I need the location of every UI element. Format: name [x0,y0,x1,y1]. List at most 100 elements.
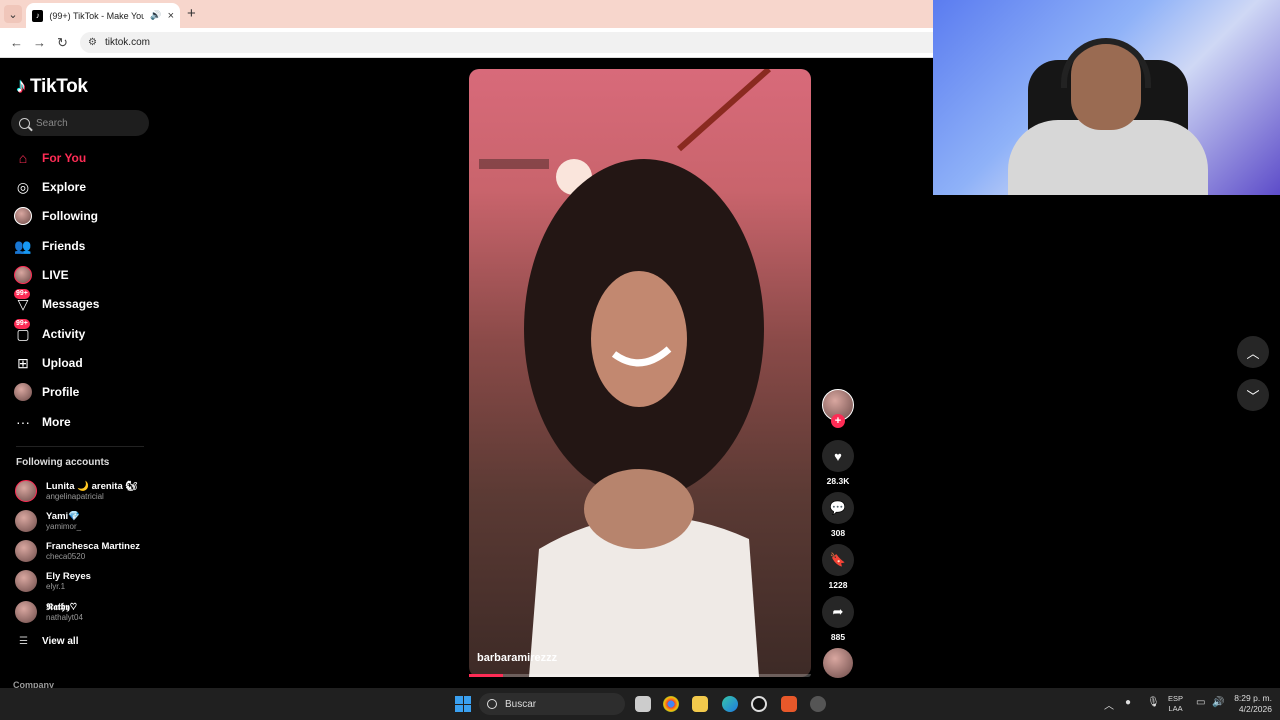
tray-expand-icon[interactable]: ︿ [1104,697,1114,712]
obs-icon[interactable] [751,696,767,712]
profile-avatar-icon [14,383,32,401]
nav-for-you[interactable]: ⌂ For You [14,147,154,169]
list-icon: ☰ [19,636,28,647]
account-name: Yami💎 [46,511,81,522]
edge-icon[interactable] [722,696,738,712]
sidebar-divider [16,446,144,447]
language-indicator[interactable]: ESP LAA [1168,694,1183,714]
following-account[interactable]: 𝕹𝖆𝖙𝖍𝖞♡ nathalyt04 [15,599,155,625]
tab-search-icon[interactable]: ⌄ [4,5,22,23]
account-name: Ely Reyes [46,571,91,582]
comment-icon: 💬 [829,500,847,515]
view-all-button[interactable]: ☰ View all [19,636,78,647]
tiktok-note-icon: ♪ [16,75,26,97]
upload-icon: ⊞ [17,354,29,371]
save-button[interactable]: 🔖 [822,544,854,576]
nav-activity[interactable]: ▢ 99+ Activity [14,319,154,345]
bookmark-icon: 🔖 [829,552,847,567]
more-icon: ··· [16,414,30,430]
home-icon: ⌂ [18,150,28,166]
like-button[interactable]: ♥ [822,440,854,472]
following-account[interactable]: Lunita 🌙 arenita 🐿 angelinapatricial [15,478,155,504]
activity-icon: ▢ 99+ [14,319,30,342]
windows-start-icon[interactable] [455,696,471,712]
volume-icon[interactable]: 🔊 [1212,697,1224,708]
heart-icon: ♥ [834,448,842,464]
nav-label: Upload [42,356,83,370]
account-name: Franchesca Martinez [46,541,140,552]
nav-label: Friends [42,239,86,253]
nav-profile[interactable]: Profile [14,381,154,403]
avatar [15,570,37,592]
nav-more[interactable]: ··· More [14,411,154,433]
search-input[interactable] [36,117,136,129]
nav-label: LIVE [42,268,69,282]
taskbar-search[interactable]: Buscar [479,693,625,715]
close-tab-icon[interactable]: × [168,10,174,22]
nav-label: Activity [42,327,86,341]
like-count: 28.3K [826,476,850,486]
nav-upload[interactable]: ⊞ Upload [14,352,154,374]
app-icon[interactable] [810,696,826,712]
share-count: 885 [830,632,846,642]
nav-label: More [42,415,71,429]
nav-explore[interactable]: ◎ Explore [14,176,154,198]
brave-icon[interactable] [781,696,797,712]
nav-label: Explore [42,180,87,194]
previous-video-button[interactable]: ︿ [1237,336,1269,368]
nav-messages[interactable]: ▽ 99+ Messages [14,289,154,315]
music-disc-icon[interactable] [823,648,853,678]
chrome-icon[interactable] [663,696,679,712]
comment-button[interactable]: 💬 [822,492,854,524]
microphone-icon[interactable]: 🎙 [1147,697,1160,708]
account-handle: checa0520 [46,552,86,561]
audio-playing-icon[interactable]: 🔊 [150,10,161,21]
following-account[interactable]: Yami💎 yamimor_ [15,508,155,534]
share-button[interactable]: ➦ [822,596,854,628]
forward-button[interactable]: → [33,35,46,50]
nav-live[interactable]: LIVE [14,264,154,286]
avatar [15,540,37,562]
network-icon[interactable]: ▭ [1196,697,1205,708]
webcam-overlay [933,0,1280,195]
follow-plus-button[interactable]: + [831,414,845,428]
following-account[interactable]: Franchesca Martinez checa0520 [15,538,155,564]
lang-code: ESP [1168,694,1184,703]
clock-date: 4/2/2026 [1238,704,1272,714]
progress-fill [469,674,504,677]
following-avatar-icon [14,207,32,225]
tiktok-logo[interactable]: ♪ TikTok [16,75,88,98]
lang-layout: LAA [1168,704,1183,713]
nav-friends[interactable]: 👥 Friends [14,235,154,257]
video-author[interactable]: barbaramirezzz [477,652,557,664]
browser-tab[interactable]: ♪ (99+) TikTok - Make Your Day 🔊 × [26,3,180,28]
nav-following[interactable]: Following [14,205,154,227]
taskbar-search-label: Buscar [505,698,537,710]
tray-app-icon[interactable]: ● [1125,697,1131,708]
webcam-person-body [1008,120,1208,195]
url-field[interactable]: ⚙ tiktok.com [80,32,933,53]
video-player[interactable] [469,69,811,677]
back-button[interactable]: ← [10,35,23,50]
new-tab-button[interactable]: + [187,5,196,22]
account-handle: yamimor_ [46,522,82,531]
account-name: Lunita 🌙 arenita 🐿 [46,481,138,492]
next-video-button[interactable]: ﹀ [1237,379,1269,411]
chevron-up-icon: ︿ [1246,345,1260,361]
search-box[interactable] [11,110,149,136]
account-handle: angelinapatricial [46,492,104,501]
avatar [15,480,37,502]
view-all-label: View all [41,636,79,647]
task-view-icon[interactable] [635,696,651,712]
reload-button[interactable]: ↻ [57,35,68,51]
video-progress-bar[interactable] [469,674,811,677]
headphones-icon [1061,38,1151,88]
following-account[interactable]: Ely Reyes elyr.1 [15,568,155,594]
url-text: tiktok.com [104,37,150,48]
clock-time: 8:29 p. m. [1234,693,1272,703]
clock[interactable]: 8:29 p. m. 4/2/2026 [1228,693,1272,715]
avatar [15,510,37,532]
site-info-icon[interactable]: ⚙ [88,37,97,48]
account-handle: nathalyt04 [46,613,83,622]
file-explorer-icon[interactable] [692,696,708,712]
